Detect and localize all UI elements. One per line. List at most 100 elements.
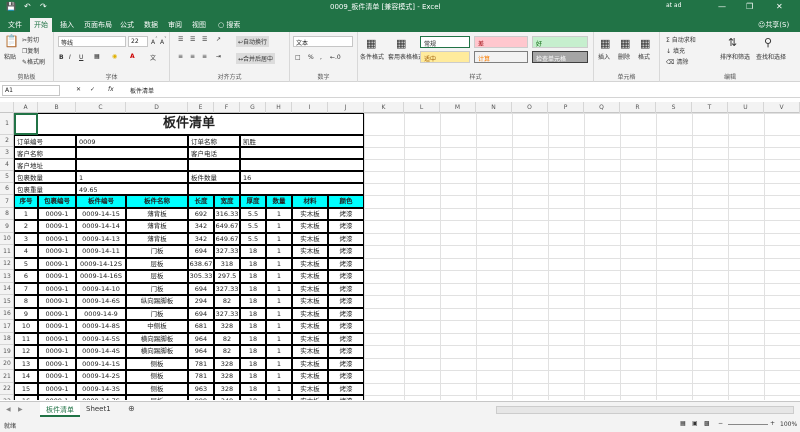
comma-icon[interactable]: , [320, 54, 322, 61]
table-cell[interactable]: 实木板 [292, 308, 328, 320]
number-format-select[interactable]: 文本 [293, 36, 353, 47]
table-cell[interactable]: 12 [14, 345, 38, 358]
insert-cells-button[interactable]: 插入 [598, 52, 610, 61]
table-cell[interactable]: 实木板 [292, 395, 328, 400]
table-cell[interactable]: 烤漆 [328, 270, 364, 283]
table-format-icon[interactable]: ▦ [396, 37, 406, 50]
save-icon[interactable]: 💾 [6, 2, 16, 11]
bold-button[interactable]: B [59, 54, 64, 61]
tab-formulas[interactable]: 公式 [116, 18, 138, 32]
table-cell[interactable]: 18 [240, 383, 266, 395]
table-header[interactable]: 宽度 [214, 195, 240, 208]
table-cell[interactable]: 328 [214, 370, 240, 383]
table-cell[interactable]: 328 [214, 320, 240, 333]
font-color-icon[interactable]: A [130, 53, 135, 60]
info-value[interactable] [240, 147, 364, 159]
format-cells-icon[interactable]: ▦ [640, 37, 650, 50]
restore-icon[interactable]: ❐ [746, 2, 753, 11]
page-layout-view-icon[interactable]: ▣ [692, 420, 698, 427]
percent-icon[interactable]: % [308, 54, 314, 61]
table-cell[interactable]: 294 [188, 295, 214, 308]
table-cell[interactable]: 烤漆 [328, 233, 364, 245]
table-cell[interactable]: 实木板 [292, 208, 328, 220]
table-cell[interactable]: 门板 [126, 245, 188, 258]
table-cell[interactable]: 0009-14-4S [76, 345, 126, 358]
table-cell[interactable]: 中侧板 [126, 320, 188, 333]
style-normal[interactable]: 常规 [420, 36, 470, 48]
middle-align-icon[interactable]: ☰ [190, 36, 195, 43]
table-cell[interactable]: 薄背板 [126, 208, 188, 220]
row-header[interactable]: 21 [0, 370, 13, 383]
font-size-select[interactable]: 22 [128, 36, 148, 47]
table-cell[interactable]: 82 [214, 345, 240, 358]
table-cell[interactable]: 1 [266, 345, 292, 358]
shrink-font-icon[interactable]: Aˇ [160, 37, 167, 46]
table-header[interactable]: 长度 [188, 195, 214, 208]
row-header[interactable]: 19 [0, 345, 13, 358]
column-header[interactable]: B [38, 102, 76, 113]
select-all-corner[interactable] [0, 102, 14, 113]
table-cell[interactable]: 1 [266, 308, 292, 320]
orientation-icon[interactable]: ↗ [216, 36, 221, 43]
row-header[interactable]: 13 [0, 270, 13, 283]
table-cell[interactable]: 0009-1 [38, 258, 76, 270]
table-cell[interactable]: 18 [240, 270, 266, 283]
column-header[interactable]: U [728, 102, 764, 113]
table-cell[interactable]: 0009-14-2S [76, 370, 126, 383]
table-cell[interactable]: 0009-14-11 [76, 245, 126, 258]
table-cell[interactable]: 694 [188, 283, 214, 295]
table-cell[interactable]: 实木板 [292, 258, 328, 270]
table-cell[interactable]: 1 [266, 383, 292, 395]
table-cell[interactable]: 0009-14-10 [76, 283, 126, 295]
table-cell[interactable]: 18 [240, 283, 266, 295]
table-cell[interactable]: 348 [214, 395, 240, 400]
horizontal-scrollbar[interactable] [496, 406, 794, 414]
currency-icon[interactable]: □ [295, 54, 301, 61]
indent-icon[interactable]: ⇥ [216, 53, 221, 60]
table-cell[interactable]: 1 [266, 358, 292, 370]
fill-color-icon[interactable]: ◉ [112, 53, 117, 60]
table-cell[interactable]: 1 [266, 220, 292, 233]
table-cell[interactable]: 实木板 [292, 320, 328, 333]
table-cell[interactable]: 18 [240, 320, 266, 333]
table-cell[interactable]: 342 [188, 220, 214, 233]
sheet-tab-active[interactable]: 板件清单 [40, 402, 80, 417]
table-cell[interactable]: 薄背板 [126, 233, 188, 245]
table-cell[interactable]: 18 [240, 245, 266, 258]
column-header[interactable]: V [764, 102, 800, 113]
conditional-format-button[interactable]: 条件格式 [360, 52, 384, 61]
table-cell[interactable]: 327.33 [214, 283, 240, 295]
sheet-title[interactable]: 板件清单 [14, 113, 364, 135]
row-header[interactable]: 4 [0, 159, 13, 171]
column-header[interactable]: A [14, 102, 38, 113]
tab-file[interactable]: 文件 [4, 18, 26, 32]
row-header[interactable]: 14 [0, 283, 13, 295]
column-header[interactable]: I [292, 102, 328, 113]
table-cell[interactable]: 实木板 [292, 345, 328, 358]
table-cell[interactable]: 318 [214, 258, 240, 270]
row-header[interactable]: 6 [0, 183, 13, 195]
row-header[interactable]: 9 [0, 220, 13, 233]
table-cell[interactable]: 烤漆 [328, 245, 364, 258]
table-cell[interactable]: 14 [14, 370, 38, 383]
table-header[interactable]: 材料 [292, 195, 328, 208]
table-cell[interactable]: 2 [14, 220, 38, 233]
tell-me-search[interactable]: ○ 搜索 [214, 18, 244, 32]
info-value[interactable]: 0009 [76, 135, 188, 147]
info-label[interactable]: 包裹数量 [14, 171, 76, 183]
column-header[interactable]: L [404, 102, 440, 113]
table-cell[interactable]: 烤漆 [328, 308, 364, 320]
tab-view[interactable]: 视图 [188, 18, 210, 32]
left-align-icon[interactable]: ≡ [178, 53, 183, 60]
table-cell[interactable]: 18 [240, 295, 266, 308]
table-format-button[interactable]: 套用表格格式 [388, 52, 424, 61]
row-header[interactable]: 17 [0, 320, 13, 333]
table-cell[interactable]: 13 [14, 358, 38, 370]
column-header[interactable]: P [548, 102, 584, 113]
table-cell[interactable]: 15 [14, 383, 38, 395]
column-header[interactable]: J [328, 102, 364, 113]
table-cell[interactable]: 烤漆 [328, 320, 364, 333]
table-cell[interactable]: 横向踢脚板 [126, 333, 188, 345]
table-cell[interactable]: 0009-1 [38, 383, 76, 395]
table-cell[interactable]: 8 [14, 295, 38, 308]
